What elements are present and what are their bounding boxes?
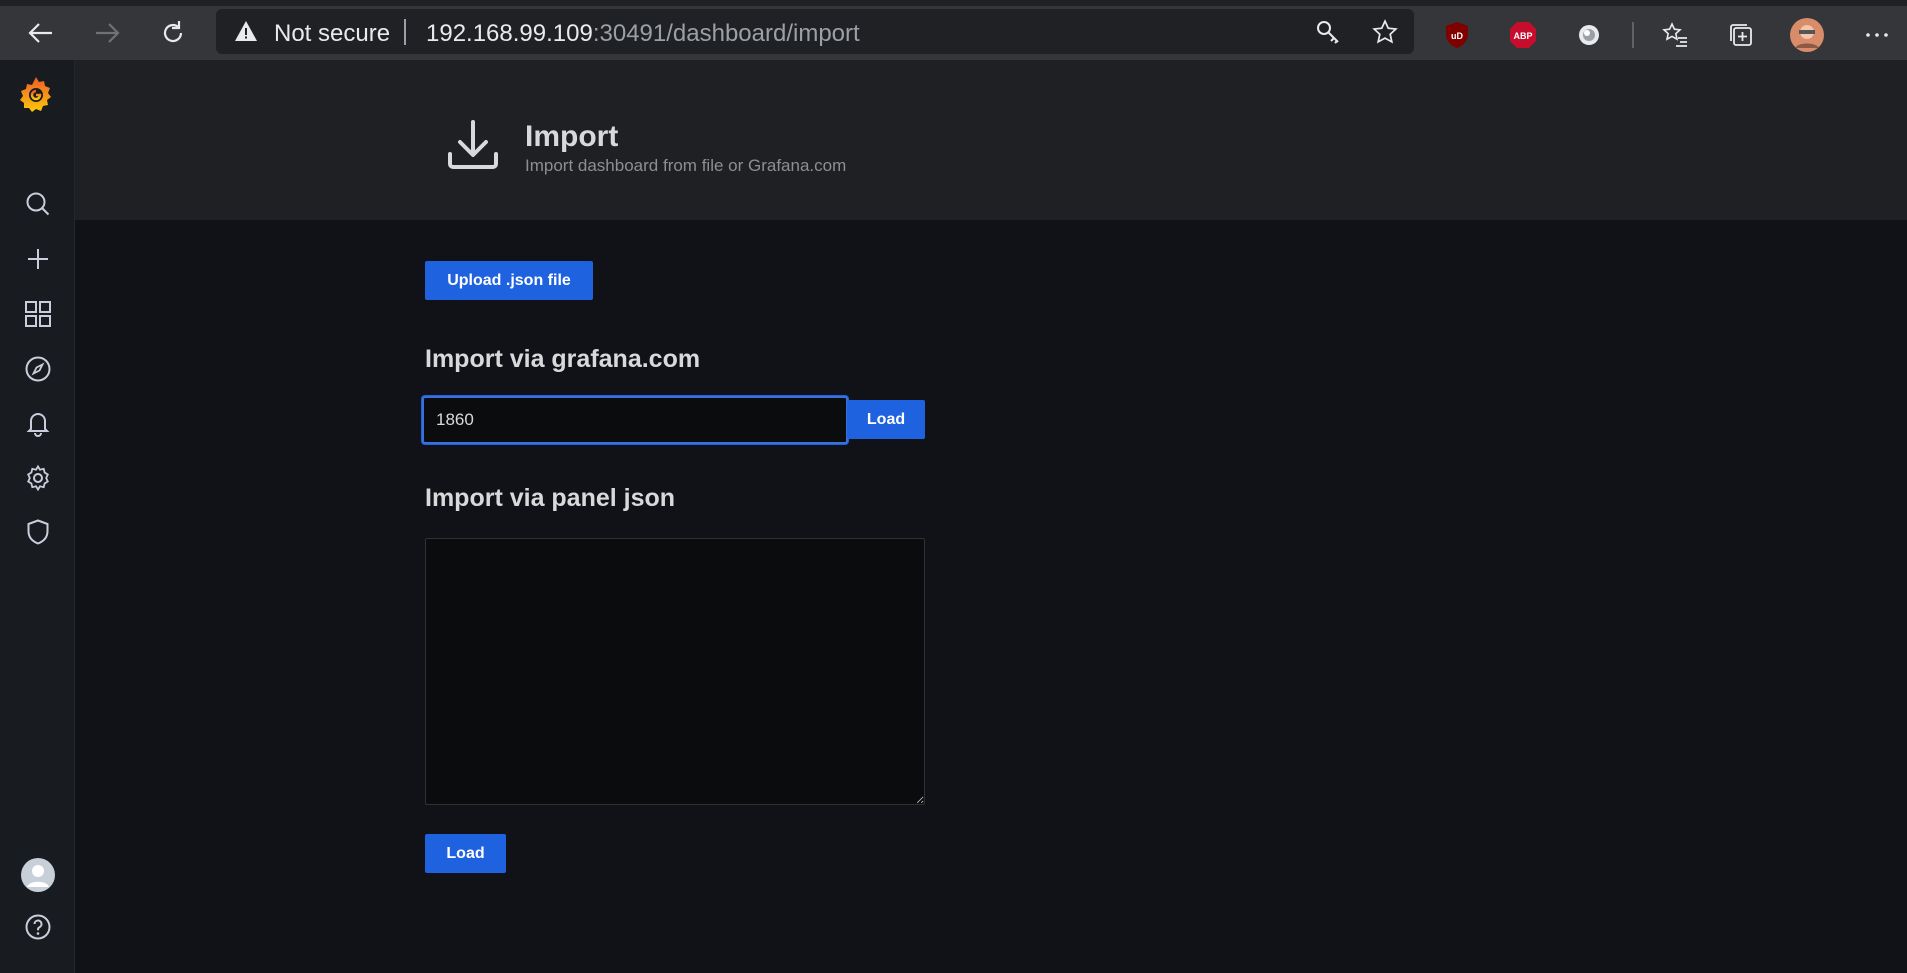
sidebar-item-server-admin[interactable] bbox=[18, 512, 58, 552]
sidebar-item-dashboards[interactable] bbox=[18, 294, 58, 334]
ublock-icon[interactable]: uD bbox=[1440, 18, 1474, 52]
grafana-com-id-input[interactable] bbox=[422, 396, 848, 444]
key-icon[interactable] bbox=[1313, 17, 1343, 47]
grafana-sidemenu bbox=[0, 60, 75, 973]
security-label[interactable]: Not secure bbox=[274, 20, 390, 48]
grafana-com-heading: Import via grafana.com bbox=[425, 345, 701, 373]
sidebar-item-alerting[interactable] bbox=[18, 403, 58, 443]
warning-icon[interactable] bbox=[234, 20, 258, 47]
sidebar-item-explore[interactable] bbox=[18, 349, 58, 389]
sidebar-item-help[interactable] bbox=[18, 907, 58, 947]
sidebar-item-search[interactable] bbox=[18, 184, 58, 224]
shield-icon bbox=[27, 519, 49, 545]
plus-icon bbox=[28, 249, 48, 269]
url-host: 192.168.99.109 bbox=[426, 20, 593, 47]
page-title: Import bbox=[525, 120, 619, 153]
browser-toolbar: Not secure 192.168.99.109:30491/dashboar… bbox=[0, 0, 1907, 60]
reload-icon bbox=[163, 21, 183, 43]
page-header: Import Import dashboard from file or Gra… bbox=[75, 60, 1907, 220]
profile-avatar[interactable] bbox=[1790, 18, 1824, 52]
bell-icon bbox=[26, 413, 50, 437]
sidebar-item-profile[interactable] bbox=[18, 855, 58, 895]
forward-button[interactable] bbox=[88, 14, 126, 52]
url-path: :30491/dashboard/import bbox=[592, 20, 860, 47]
user-avatar-icon bbox=[21, 858, 55, 892]
page-subtitle: Import dashboard from file or Grafana.co… bbox=[525, 156, 847, 175]
url-text[interactable]: 192.168.99.109:30491/dashboard/import bbox=[426, 20, 860, 48]
dashboards-grid-icon bbox=[25, 301, 51, 327]
import-download-icon bbox=[445, 118, 501, 179]
panel-json-textarea[interactable] bbox=[425, 538, 925, 805]
gear-icon bbox=[27, 464, 49, 492]
compass-icon bbox=[25, 356, 51, 382]
favorite-star-icon[interactable] bbox=[1370, 17, 1400, 47]
sidebar-item-create[interactable] bbox=[18, 239, 58, 279]
panel-json-load-button[interactable]: Load bbox=[425, 834, 506, 873]
help-icon bbox=[25, 914, 51, 940]
collections-icon[interactable] bbox=[1724, 18, 1758, 52]
extension-circle-icon[interactable] bbox=[1572, 18, 1606, 52]
more-menu-icon[interactable] bbox=[1860, 18, 1894, 52]
reload-button[interactable] bbox=[154, 14, 192, 52]
search-icon bbox=[26, 192, 50, 216]
upload-json-button[interactable]: Upload .json file bbox=[425, 261, 593, 300]
address-divider bbox=[404, 19, 406, 45]
favorites-icon[interactable] bbox=[1658, 18, 1692, 52]
back-arrow-icon bbox=[28, 23, 52, 43]
ublock-text: uD bbox=[1451, 31, 1463, 41]
abp-text: ABP bbox=[1513, 31, 1532, 41]
grafana-logo-icon[interactable] bbox=[14, 72, 58, 116]
forward-arrow-icon bbox=[96, 23, 120, 43]
sidebar-item-configuration[interactable] bbox=[18, 458, 58, 498]
address-bar[interactable]: Not secure 192.168.99.109:30491/dashboar… bbox=[216, 9, 1414, 54]
grafana-com-load-button[interactable]: Load bbox=[847, 400, 925, 439]
back-button[interactable] bbox=[22, 14, 60, 52]
panel-json-heading: Import via panel json bbox=[425, 484, 676, 512]
adblock-plus-icon[interactable]: ABP bbox=[1506, 18, 1540, 52]
toolbar-divider bbox=[1632, 22, 1634, 48]
